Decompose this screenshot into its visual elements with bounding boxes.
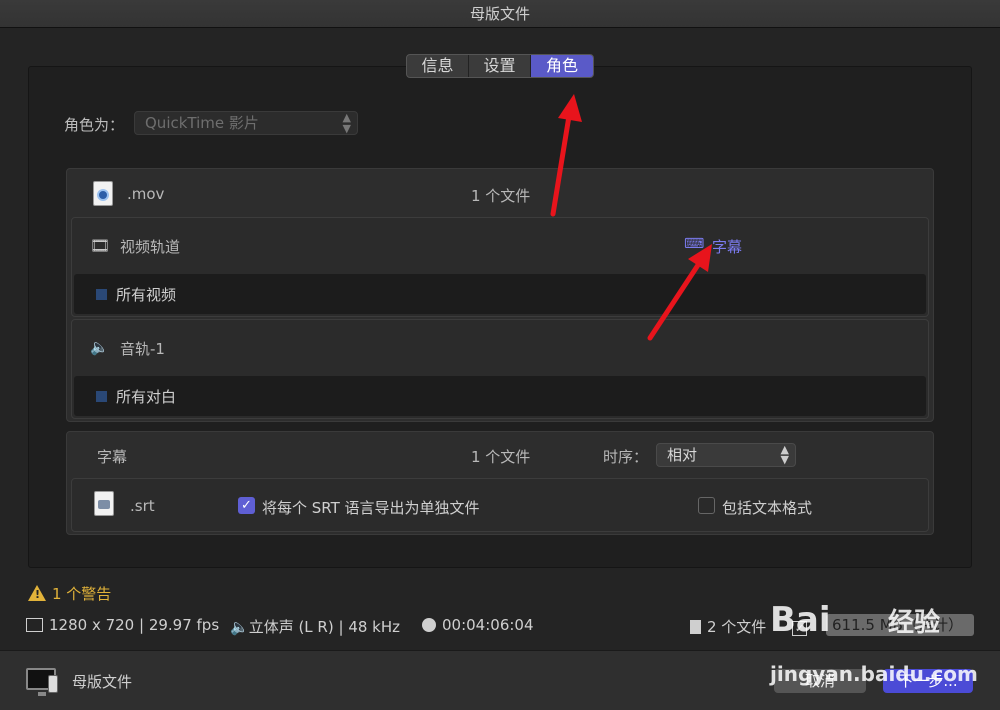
all-video-label: 所有视频 <box>116 286 177 304</box>
all-dialogue-label: 所有对白 <box>116 388 177 406</box>
status-resolution: 1280 x 720 | 29.97 fps <box>26 616 219 634</box>
split-languages-checkbox[interactable]: ✓ <box>238 497 255 514</box>
tab-bar: 信息 设置 角色 <box>406 54 594 78</box>
split-languages-label: 将每个 SRT 语言导出为单独文件 <box>262 499 480 517</box>
video-track-label: 视频轨道 <box>120 238 181 256</box>
subtitle-file-icon <box>94 491 114 516</box>
order-select-value: 相对 <box>667 446 698 464</box>
footer-label: 母版文件 <box>72 673 133 691</box>
window-title: 母版文件 <box>0 0 1000 28</box>
baidu-watermark: Bai 经验 jingyan.baidu.com <box>770 600 978 695</box>
role-color-swatch <box>96 391 107 402</box>
warning-indicator[interactable]: ! 1 个警告 <box>28 583 111 604</box>
status-audio: 🔈立体声 (L R) | 48 kHz <box>230 618 401 636</box>
subtitle-icon: ⌨ <box>684 236 705 252</box>
order-select[interactable]: 相对 ▲ ▼ <box>656 443 796 467</box>
duration-value: 00:04:06:04 <box>442 616 534 634</box>
document-icon <box>690 620 701 634</box>
subtitle-group-label: 字幕 <box>97 448 128 466</box>
frame-size-icon <box>26 618 43 632</box>
status-duration: 00:04:06:04 <box>422 616 534 634</box>
quicktime-file-icon <box>93 181 113 206</box>
sample-rate-value: 48 kHz <box>348 618 401 636</box>
srt-file-row: .srt ✓ 将每个 SRT 语言导出为单独文件 包括文本格式 <box>71 478 929 532</box>
subtitle-file-group: 字幕 1 个文件 时序： .srt ✓ 将每个 SRT 语言导出为单独文件 包括… <box>66 431 934 535</box>
updown-chevron-icon: ▲ ▼ <box>780 443 789 466</box>
watermark-brand-cn: 经验 <box>888 608 941 638</box>
all-video-row[interactable]: 所有视频 <box>74 274 926 314</box>
tab-roles[interactable]: 角色 <box>531 55 593 77</box>
mov-file-group: .mov 1 个文件 🎞 视频轨道 ⌨ 字幕 所有视频 🔈 音轨-1 所有对白 <box>66 168 934 422</box>
include-formatting-checkbox[interactable] <box>698 497 715 514</box>
mov-file-count: 1 个文件 <box>471 187 531 205</box>
updown-chevron-icon: ▲ ▼ <box>342 111 351 135</box>
all-dialogue-row[interactable]: 所有对白 <box>74 376 926 416</box>
clock-icon <box>422 618 436 632</box>
warning-icon: ! <box>28 585 46 601</box>
tab-settings[interactable]: 设置 <box>469 55 531 77</box>
subtitle-file-count: 1 个文件 <box>471 448 531 466</box>
srt-extension: .srt <box>130 497 155 515</box>
audio-channels-value: 立体声 (L R) <box>248 618 334 636</box>
watermark-url: jingyan.baidu.com <box>770 662 978 686</box>
resolution-value: 1280 x 720 <box>49 616 135 634</box>
tab-info[interactable]: 信息 <box>407 55 469 77</box>
film-strip-icon: 🎞 <box>90 236 111 255</box>
speaker-icon: 🔈 <box>90 338 109 356</box>
video-track-section: 🎞 视频轨道 ⌨ 字幕 所有视频 <box>71 217 929 317</box>
warning-text: 1 个警告 <box>52 585 112 603</box>
order-label: 时序： <box>603 448 649 466</box>
speaker-icon: 🔈 <box>230 618 249 636</box>
audio-track-section: 🔈 音轨-1 所有对白 <box>71 319 929 419</box>
file-count-value: 2 个文件 <box>707 618 767 636</box>
role-as-label: 角色为： <box>64 116 125 134</box>
status-files: 2 个文件 <box>690 616 766 637</box>
watermark-brand: Bai <box>770 600 831 640</box>
mov-extension: .mov <box>127 185 165 203</box>
include-formatting-label: 包括文本格式 <box>722 499 813 517</box>
role-select-value: QuickTime 影片 <box>145 114 259 132</box>
fps-value: 29.97 fps <box>148 616 220 634</box>
phone-icon <box>48 675 58 693</box>
role-color-swatch <box>96 289 107 300</box>
video-role-tag[interactable]: 字幕 <box>712 236 742 257</box>
audio-track-label: 音轨-1 <box>120 340 165 358</box>
role-select[interactable]: QuickTime 影片 ▲ ▼ <box>134 111 358 135</box>
